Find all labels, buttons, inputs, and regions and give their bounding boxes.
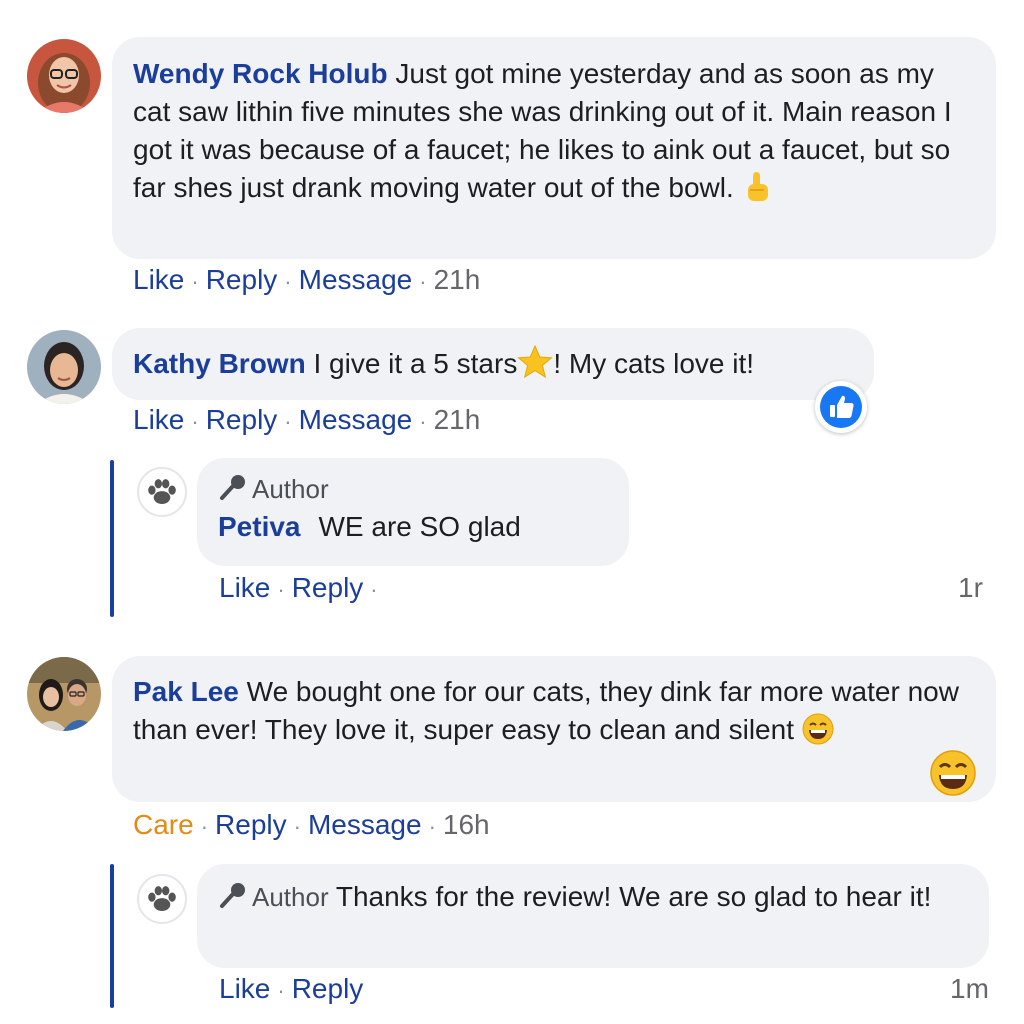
person-photo-icon (27, 330, 101, 404)
comment-bubble-wendy: Wendy Rock Holub Just got mine yesterday… (112, 37, 996, 259)
paw-icon (148, 886, 176, 911)
couple-photo-icon (27, 657, 101, 731)
comment-bubble-pak-lee: Pak Lee We bought one for our cats, they… (112, 656, 996, 802)
message-button[interactable]: Message (299, 404, 413, 435)
reply-button[interactable]: Reply (206, 264, 278, 295)
grinning-face-icon (802, 713, 834, 755)
like-button[interactable]: Like (133, 404, 184, 435)
reply-bubble-author: Author Thanks for the review! We are so … (197, 864, 989, 968)
like-button[interactable]: Like (133, 264, 184, 295)
comment-text: I give it a 5 stars (313, 348, 518, 379)
author-tag: Author (218, 882, 336, 912)
comment-actions: Like · Reply · Message · 21h (133, 404, 481, 435)
reply-button[interactable]: Reply (206, 404, 278, 435)
reply-thread-line (110, 864, 114, 1008)
avatar-petiva[interactable] (137, 467, 187, 517)
comment-actions: Care · Reply · Message · 16h (133, 809, 490, 840)
avatar-wendy[interactable] (27, 39, 101, 113)
message-button[interactable]: Message (299, 264, 413, 295)
comment-author[interactable]: Pak Lee (133, 676, 239, 707)
reply-thread-line (110, 460, 114, 617)
comment-author[interactable]: Wendy Rock Holub (133, 58, 388, 89)
star-icon (517, 344, 554, 389)
like-icon (820, 386, 862, 428)
avatar-kathy[interactable] (27, 330, 101, 404)
message-button[interactable]: Message (308, 809, 422, 840)
microphone-icon (220, 883, 245, 908)
timestamp: 21h (433, 404, 481, 435)
grinning-face-icon (930, 750, 976, 796)
care-button[interactable]: Care (133, 809, 194, 840)
comment-text: We bought one for our cats, they dink fa… (133, 676, 959, 745)
avatar-petiva[interactable] (137, 874, 187, 924)
comment-text-end: ! My cats love it! (553, 348, 755, 379)
timestamp: 1m (950, 973, 989, 1004)
like-button[interactable]: Like (219, 973, 270, 1004)
comment-bubble-kathy: Kathy Brown I give it a 5 stars ! My cat… (112, 328, 874, 400)
reaction-like-badge[interactable] (815, 381, 867, 433)
microphone-icon (220, 475, 245, 500)
timestamp: 1r (958, 572, 983, 603)
reply-author[interactable]: Petiva (218, 511, 301, 542)
reply-button[interactable]: Reply (292, 973, 364, 1004)
timestamp: 16h (442, 809, 490, 840)
reply-bubble-petiva: Author Petiva WE are SO glad (197, 458, 629, 566)
paw-icon (148, 479, 176, 504)
reply-actions: Like · Reply (219, 973, 364, 1004)
person-photo-icon (27, 39, 101, 113)
author-tag: Author (218, 472, 609, 506)
reaction-grinning-badge[interactable] (928, 748, 978, 798)
reply-actions: Like · Reply · (219, 572, 378, 603)
reply-button[interactable]: Reply (292, 572, 364, 603)
comment-actions: Like · Reply · Message · 21h (133, 264, 481, 295)
reply-button[interactable]: Reply (215, 809, 287, 840)
reply-text: Thanks for the review! We are so glad to… (335, 881, 932, 912)
comment-author[interactable]: Kathy Brown (133, 348, 306, 379)
pointing-up-hand-icon (742, 171, 772, 213)
avatar-pak-lee[interactable] (27, 657, 101, 731)
like-button[interactable]: Like (219, 572, 270, 603)
reply-text: WE are SO glad (318, 511, 521, 542)
timestamp: 21h (433, 264, 481, 295)
